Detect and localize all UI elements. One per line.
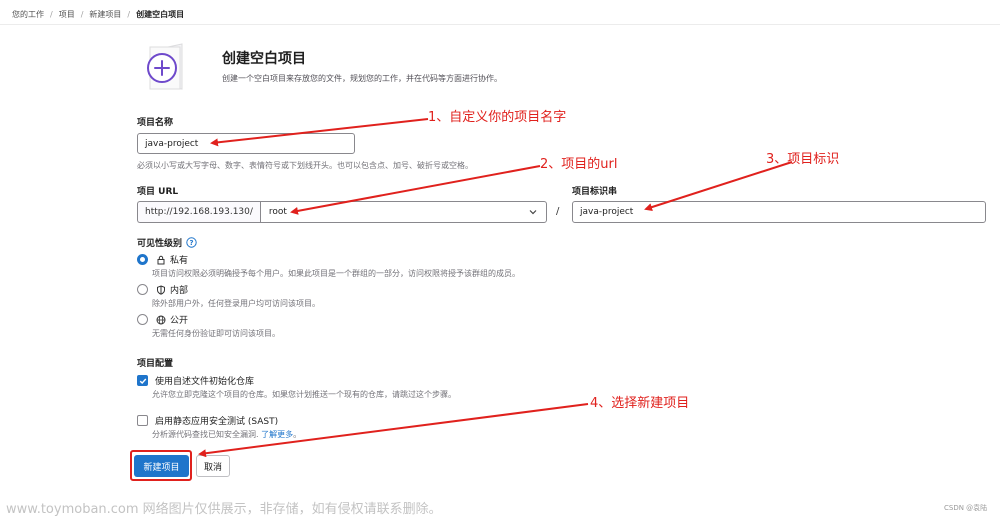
breadcrumb: 您的工作 / 项目 / 新建项目 / 创建空白项目 (12, 8, 184, 20)
visibility-label: 可见性级别 ? (137, 236, 197, 249)
sast-label: 启用静态应用安全测试 (SAST) (155, 417, 279, 427)
readme-desc: 允许您立即克隆这个项目的仓库。如果您计划推送一个现有的仓库，请跳过这个步骤。 (152, 390, 456, 399)
sast-desc: 分析源代码查找已知安全漏洞. (152, 430, 259, 439)
radio-public[interactable] (137, 314, 148, 325)
annotation-highlight-box (130, 450, 192, 481)
project-slug-value: java-project (580, 207, 634, 217)
learn-more-link[interactable]: 了解更多 (261, 430, 293, 439)
internal-desc: 除外部用户外，任何登录用户均可访问该项目。 (152, 299, 320, 308)
url-prefix: http://192.168.193.130/ (137, 201, 260, 223)
chevron-down-icon (529, 210, 537, 215)
cancel-button[interactable]: 取消 (196, 455, 230, 477)
visibility-option-internal[interactable]: 内部 (137, 283, 188, 296)
readme-checkbox[interactable] (137, 375, 148, 386)
annotation-2: 2、项目的url (540, 157, 618, 172)
globe-icon (156, 315, 166, 324)
breadcrumb-separator: / (80, 9, 84, 19)
annotation-4: 4、选择新建项目 (590, 396, 690, 411)
project-name-help: 必须以小写或大写字母、数字、表情符号或下划线开头。也可以包含点、加号、破折号或空… (137, 161, 473, 170)
shield-icon (157, 284, 165, 295)
svg-text:?: ? (189, 239, 193, 247)
internal-label: 内部 (170, 286, 189, 296)
breadcrumb-separator: / (127, 9, 131, 19)
radio-private[interactable] (137, 254, 148, 265)
readme-label: 使用自述文件初始化仓库 (155, 377, 255, 387)
project-url-group: http://192.168.193.130/ root (137, 201, 547, 223)
sast-checkbox[interactable] (137, 415, 148, 426)
sast-option[interactable]: 启用静态应用安全测试 (SAST) (137, 414, 278, 427)
question-icon[interactable]: ? (186, 237, 197, 248)
public-label: 公开 (170, 316, 189, 326)
check-icon (139, 378, 146, 384)
sast-desc-line: 分析源代码查找已知安全漏洞. 了解更多。 (152, 429, 301, 440)
header-divider (0, 24, 1000, 25)
project-name-input[interactable]: java-project (137, 133, 355, 154)
new-project-illustration-icon (138, 41, 194, 93)
radio-internal[interactable] (137, 284, 148, 295)
namespace-select[interactable]: root (259, 201, 547, 223)
annotation-3: 3、项目标识 (766, 152, 840, 167)
breadcrumb-projects[interactable]: 项目 (59, 9, 75, 20)
visibility-label-text: 可见性级别 (137, 239, 183, 249)
visibility-option-private[interactable]: 私有 (137, 253, 188, 266)
csdn-credit: CSDN @袁陆 (944, 504, 988, 512)
watermark: www.toymoban.com 网络图片仅供展示，非存储，如有侵权请联系删除。 (6, 502, 442, 517)
url-separator: / (556, 206, 560, 217)
project-url-label: 项目 URL (137, 187, 179, 197)
annotation-1: 1、自定义你的项目名字 (428, 110, 567, 125)
project-slug-input[interactable]: java-project (572, 201, 986, 223)
project-slug-label: 项目标识串 (572, 187, 618, 197)
breadcrumb-new-project[interactable]: 新建项目 (89, 9, 121, 20)
private-label: 私有 (170, 256, 189, 266)
breadcrumb-your-work[interactable]: 您的工作 (12, 9, 44, 20)
project-name-label: 项目名称 (137, 118, 174, 128)
page-title: 创建空白项目 (222, 51, 306, 67)
namespace-value: root (268, 207, 287, 217)
project-name-value: java-project (145, 138, 199, 149)
visibility-option-public[interactable]: 公开 (137, 313, 188, 326)
project-config-label: 项目配置 (137, 359, 174, 369)
public-desc: 无需任何身份验证即可访问该项目。 (152, 329, 280, 338)
readme-option[interactable]: 使用自述文件初始化仓库 (137, 374, 254, 387)
page-description: 创建一个空白项目来存放您的文件，规划您的工作，并在代码等方面进行协作。 (222, 74, 502, 83)
breadcrumb-separator: / (50, 9, 53, 19)
sast-desc-end: 。 (293, 430, 302, 439)
private-desc: 项目访问权限必须明确授予每个用户。如果此项目是一个群组的一部分，访问权限将授予该… (152, 269, 520, 278)
lock-icon (157, 255, 165, 264)
breadcrumb-current: 创建空白项目 (136, 9, 185, 19)
